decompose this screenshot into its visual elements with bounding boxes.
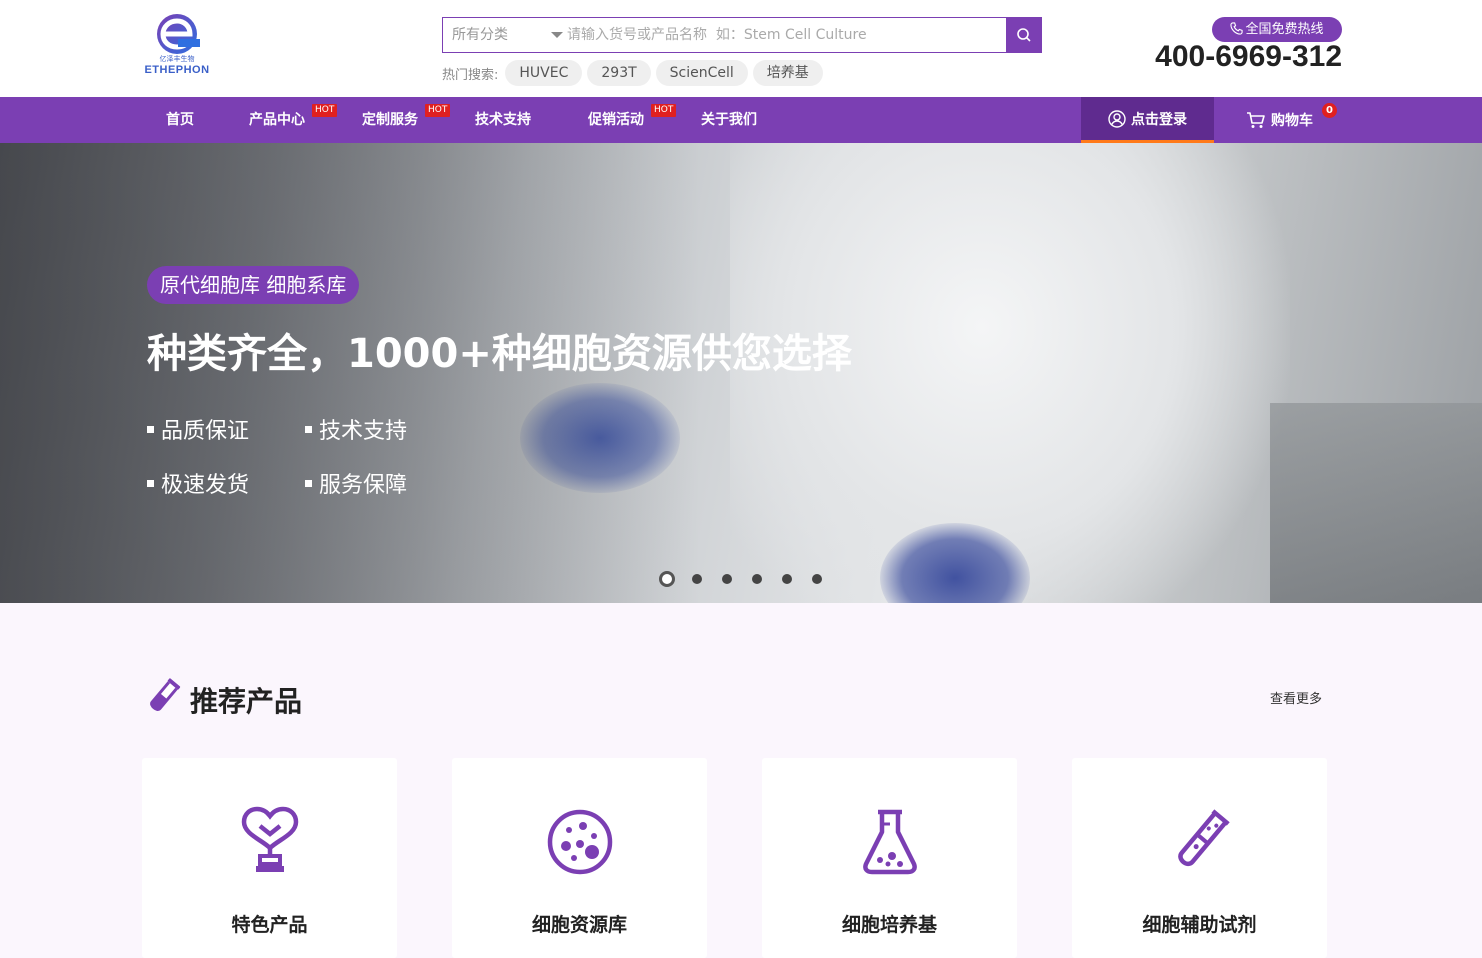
product-card-label: 细胞辅助试剂 (1142, 914, 1257, 936)
carousel-dot[interactable] (722, 574, 732, 584)
banner-bg-shelf (1270, 403, 1482, 603)
phone-icon (1230, 22, 1244, 35)
nav-item-label: 关于我们 (701, 112, 757, 128)
hot-tag[interactable]: 培养基 (752, 60, 823, 86)
hot-tag[interactable]: ScienCell (655, 60, 748, 86)
search-icon (1017, 28, 1031, 42)
test-tube-icon (1178, 809, 1230, 867)
hotline-badge: 全国免费热线 (1212, 17, 1342, 42)
banner-title: 种类齐全，1000+种细胞资源供您选择 (147, 331, 852, 377)
search-category-label: 所有分类 (452, 27, 508, 43)
cart-label: 购物车 (1271, 113, 1313, 129)
nav-item-home[interactable]: 首页 (166, 97, 194, 143)
product-card-label: 细胞培养基 (841, 914, 937, 936)
hot-badge: HOT (312, 104, 338, 117)
cart-count-badge: 0 (1322, 103, 1337, 118)
search-category-select[interactable]: 所有分类 (443, 18, 567, 52)
product-card-reagents[interactable]: 细胞辅助试剂 (1072, 758, 1327, 958)
product-card-label: 特色产品 (231, 914, 308, 936)
banner-feature: 品质保证 (147, 413, 249, 445)
search-button[interactable] (1006, 17, 1042, 53)
carousel-dot[interactable] (659, 571, 675, 587)
carousel-dot[interactable] (782, 574, 792, 584)
site-logo[interactable]: 亿泽丰生物 ETHEPHON (142, 12, 212, 78)
login-button[interactable]: 点击登录 (1081, 97, 1214, 143)
hot-badge: HOT (651, 104, 677, 117)
nav-item-about[interactable]: 关于我们 (701, 97, 757, 143)
banner-tag: 原代细胞库 细胞系库 (147, 266, 360, 304)
carousel-dots (659, 571, 842, 587)
site-header: 亿泽丰生物 ETHEPHON 所有分类 热门搜索: HUVEC 293T Sci… (0, 0, 1482, 97)
product-card-cell-library[interactable]: 细胞资源库 (452, 758, 707, 958)
nav-item-label: 首页 (166, 112, 194, 128)
nav-item-label: 促销活动 (588, 112, 644, 128)
main-nav: 首页 产品中心 HOT 定制服务 HOT 技术支持 促销活动 HOT 关于我们 点击登… (0, 97, 1482, 143)
search-bar: 所有分类 (442, 17, 1042, 53)
hotline-label: 全国免费热线 (1245, 22, 1324, 37)
hero-banner[interactable]: 原代细胞库 细胞系库 种类齐全，1000+种细胞资源供您选择 品质保证 技术支持… (0, 143, 1482, 603)
section-title: 推荐产品 (190, 685, 303, 718)
carousel-dot[interactable] (692, 574, 702, 584)
chevron-down-icon (551, 32, 563, 38)
heart-trophy-icon (241, 806, 299, 872)
nav-item-custom-service[interactable]: 定制服务 HOT (362, 97, 451, 143)
carousel-dot[interactable] (752, 574, 762, 584)
product-card-featured[interactable]: 特色产品 (142, 758, 397, 958)
nav-item-tech-support[interactable]: 技术支持 (475, 97, 531, 143)
cart-button[interactable]: 购物车 0 (1246, 97, 1337, 143)
hot-search: 热门搜索: HUVEC 293T ScienCell 培养基 (442, 60, 828, 86)
product-card-label: 细胞资源库 (531, 914, 627, 936)
view-more-link[interactable]: 查看更多 (1270, 688, 1322, 707)
cart-icon (1247, 112, 1265, 128)
hotline-phone: 400-6969-312 (1155, 40, 1342, 73)
banner-feature: 技术支持 (305, 413, 407, 445)
search-input[interactable] (567, 18, 1007, 52)
flask-icon (863, 809, 917, 875)
hot-badge: HOT (425, 104, 451, 117)
logo-en-text: ETHEPHON (144, 64, 210, 76)
nav-item-label: 产品中心 (249, 112, 305, 128)
carousel-dot[interactable] (812, 574, 822, 584)
nav-item-products[interactable]: 产品中心 HOT (249, 97, 338, 143)
nav-item-label: 定制服务 (362, 112, 418, 128)
hot-tag[interactable]: HUVEC (505, 60, 583, 86)
test-tube-icon (150, 678, 181, 711)
product-card-culture-medium[interactable]: 细胞培养基 (762, 758, 1017, 958)
hot-tag[interactable]: 293T (587, 60, 651, 86)
nav-item-promotions[interactable]: 促销活动 HOT (588, 97, 677, 143)
nav-item-label: 技术支持 (475, 112, 531, 128)
banner-feature: 服务保障 (305, 467, 407, 499)
hot-search-label: 热门搜索: (442, 67, 499, 83)
login-label: 点击登录 (1131, 111, 1187, 128)
logo-cn-text: 亿泽丰生物 (159, 55, 195, 63)
user-icon (1108, 109, 1126, 128)
petri-dish-icon (547, 809, 613, 875)
banner-feature: 极速发货 (147, 467, 249, 499)
